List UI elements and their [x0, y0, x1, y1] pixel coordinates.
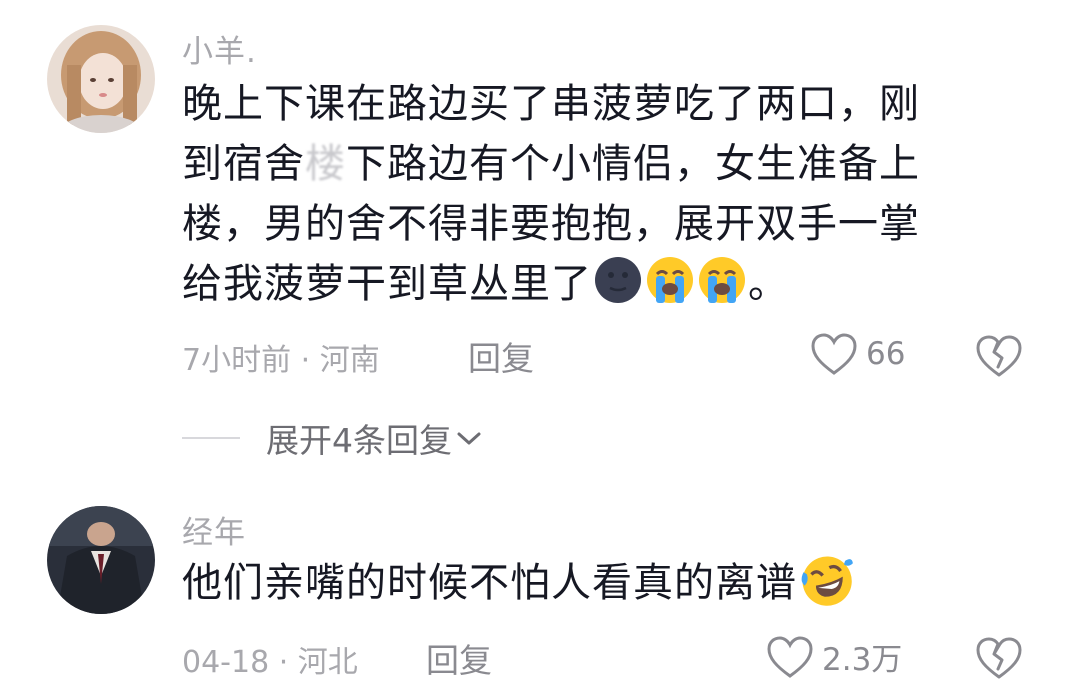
comment-line: 楼，男的舍不得非要抱抱，展开双手一掌 [182, 201, 920, 247]
avatar[interactable] [47, 506, 155, 614]
comment-text-part: 他们亲嘴的时候不怕人看真的离谱 [182, 560, 797, 606]
broken-heart-icon [976, 335, 1022, 377]
username[interactable]: 经年 [182, 507, 246, 552]
reply-button[interactable]: 回复 [468, 332, 534, 380]
loudly-crying-face-icon [647, 257, 693, 303]
comment-line: 晚上下课在路边买了串菠萝吃了两口，刚 [182, 81, 920, 127]
like-count: 2.3万 [822, 642, 903, 678]
comment-line: 给我菠萝干到草丛里了 。 [182, 254, 1012, 314]
comment-meta: 7小时前 · 河南 [182, 343, 380, 378]
avatar[interactable] [47, 25, 155, 133]
expand-replies[interactable]: 展开4条回复 [182, 414, 482, 462]
like-count: 66 [866, 336, 906, 372]
comment-meta: 04-18 · 河北 [182, 645, 358, 680]
comment-text: 他们亲嘴的时候不怕人看真的离谱 [182, 552, 1012, 613]
loudly-crying-face-icon [699, 257, 745, 303]
broken-heart-icon [976, 637, 1022, 679]
like-button[interactable]: 2.3万 [766, 634, 902, 679]
username[interactable]: 小羊. [182, 26, 257, 71]
expand-replies-label: 展开4条回复 [266, 421, 452, 460]
blurred-character: 楼 [305, 141, 346, 187]
face-with-tears-of-joy-icon [801, 556, 853, 606]
comment-line: 到宿舍楼下路边有个小情侣，女生准备上 [182, 134, 1012, 194]
dislike-button[interactable] [975, 636, 1023, 684]
heart-icon [767, 635, 813, 678]
comment-text-part: 给我菠萝干到草丛里了 [182, 261, 592, 307]
chevron-down-icon [457, 432, 481, 445]
reply-button[interactable]: 回复 [426, 634, 492, 682]
comment-text-part: 下路边有个小情侣，女生准备上 [346, 141, 920, 187]
dislike-button[interactable] [975, 334, 1023, 382]
heart-icon [811, 333, 857, 375]
divider [182, 437, 240, 439]
comment-text-part: 到宿舍 [182, 141, 305, 187]
comment-text: 晚上下课在路边买了串菠萝吃了两口，刚 到宿舍楼下路边有个小情侣，女生准备上 楼，… [182, 74, 1012, 314]
comment-text-part: 。 [748, 261, 789, 307]
like-button[interactable]: 66 [810, 332, 905, 376]
new-moon-face-icon [595, 257, 641, 303]
